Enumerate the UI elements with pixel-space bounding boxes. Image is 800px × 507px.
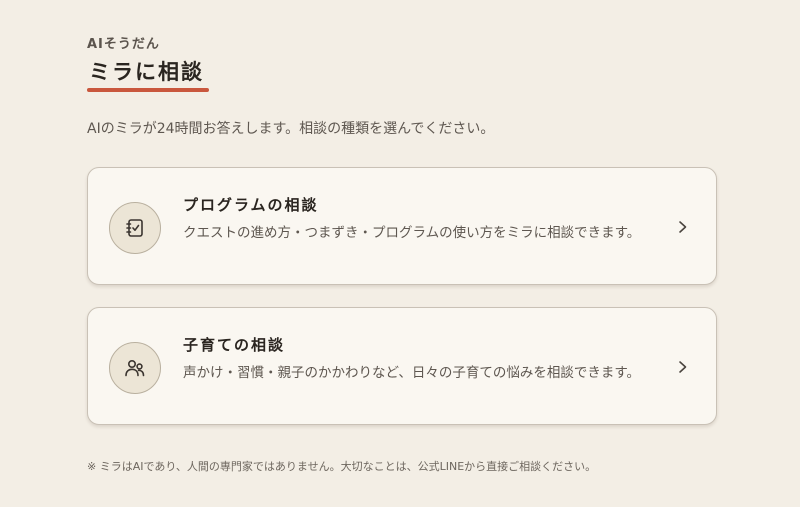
card-description: 声かけ・習慣・親子のかかわりなど、日々の子育ての悩みを相談できます。 — [183, 365, 640, 381]
page-title: ミラに相談 — [89, 59, 204, 84]
chevron-right-icon — [679, 361, 687, 373]
program-consultation-card[interactable]: プログラムの相談 クエストの進め方・つまずき・プログラムの使い方をミラに相談でき… — [87, 167, 717, 285]
ai-consultation-page: AIそうだん ミラに相談 AIのミラが24時間お答えします。相談の種類を選んでく… — [0, 0, 800, 507]
page-description: AIのミラが24時間お答えします。相談の種類を選んでください。 — [87, 121, 495, 137]
parent-child-icon — [109, 342, 161, 394]
checklist-notebook-icon — [109, 202, 161, 254]
parenting-consultation-card[interactable]: 子育ての相談 声かけ・習慣・親子のかかわりなど、日々の子育ての悩みを相談できます… — [87, 307, 717, 425]
title-underline — [87, 88, 209, 92]
chevron-right-icon — [679, 221, 687, 233]
section-eyebrow: AIそうだん — [87, 37, 160, 52]
card-title: プログラムの相談 — [183, 196, 319, 214]
card-title: 子育ての相談 — [183, 336, 286, 354]
card-description: クエストの進め方・つまずき・プログラムの使い方をミラに相談できます。 — [183, 225, 641, 241]
disclaimer-footnote: ※ ミラはAIであり、人間の専門家ではありません。大切なことは、公式LINEから… — [87, 460, 597, 473]
